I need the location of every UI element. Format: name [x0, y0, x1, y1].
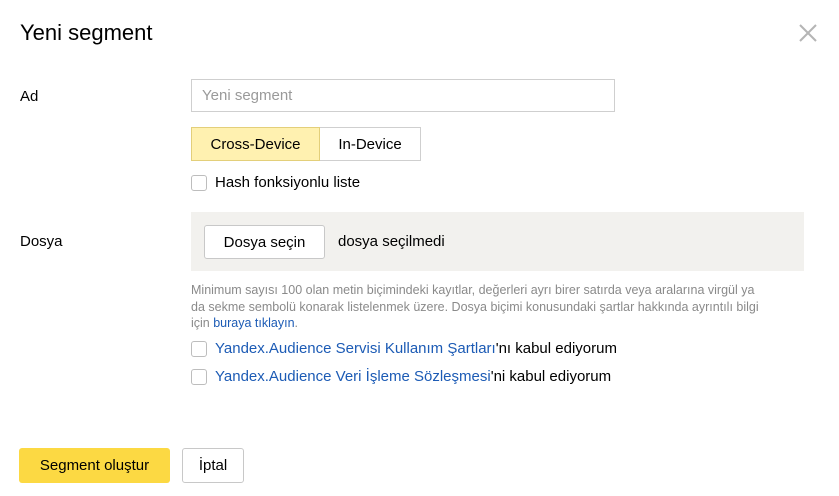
cross-device-option[interactable]: Cross-Device [191, 127, 320, 161]
terms-checkbox-1[interactable] [191, 340, 207, 357]
hint-suffix: . [294, 316, 299, 330]
device-toggle: Cross-Device In-Device [191, 127, 421, 161]
file-panel: Dosya seçin dosya seçilmedi [191, 212, 804, 271]
close-icon[interactable] [797, 22, 819, 44]
terms-row-1: Yandex.Audience Servisi Kullanım Şartlar… [191, 340, 617, 357]
file-label: Dosya [20, 233, 63, 250]
hash-checkbox-label: Hash fonksiyonlu liste [215, 174, 361, 191]
create-segment-button[interactable]: Segment oluştur [19, 448, 170, 483]
name-label: Ad [20, 88, 39, 105]
terms-link-2[interactable]: Yandex.Audience Veri İşleme Sözleşmesi [215, 368, 491, 385]
dialog-title: Yeni segment [20, 20, 153, 45]
terms-row-2: Yandex.Audience Veri İşleme Sözleşmesi'n… [191, 368, 611, 385]
cancel-button[interactable]: İptal [182, 448, 244, 483]
terms-checkbox-2[interactable] [191, 368, 207, 385]
in-device-option[interactable]: In-Device [320, 127, 421, 161]
hash-checkbox[interactable] [191, 174, 207, 191]
terms-suffix-2: 'ni kabul ediyorum [490, 368, 612, 385]
name-input[interactable] [191, 79, 615, 112]
file-format-hint: Minimum sayısı 100 olan metin biçimindek… [191, 282, 771, 332]
hash-row: Hash fonksiyonlu liste [191, 174, 360, 191]
choose-file-button[interactable]: Dosya seçin [204, 225, 325, 259]
terms-suffix-1: 'nı kabul ediyorum [495, 340, 617, 357]
terms-link-1[interactable]: Yandex.Audience Servisi Kullanım Şartlar… [215, 340, 496, 357]
hint-link[interactable]: buraya tıklayın [213, 316, 294, 330]
file-status: dosya seçilmedi [338, 233, 445, 250]
